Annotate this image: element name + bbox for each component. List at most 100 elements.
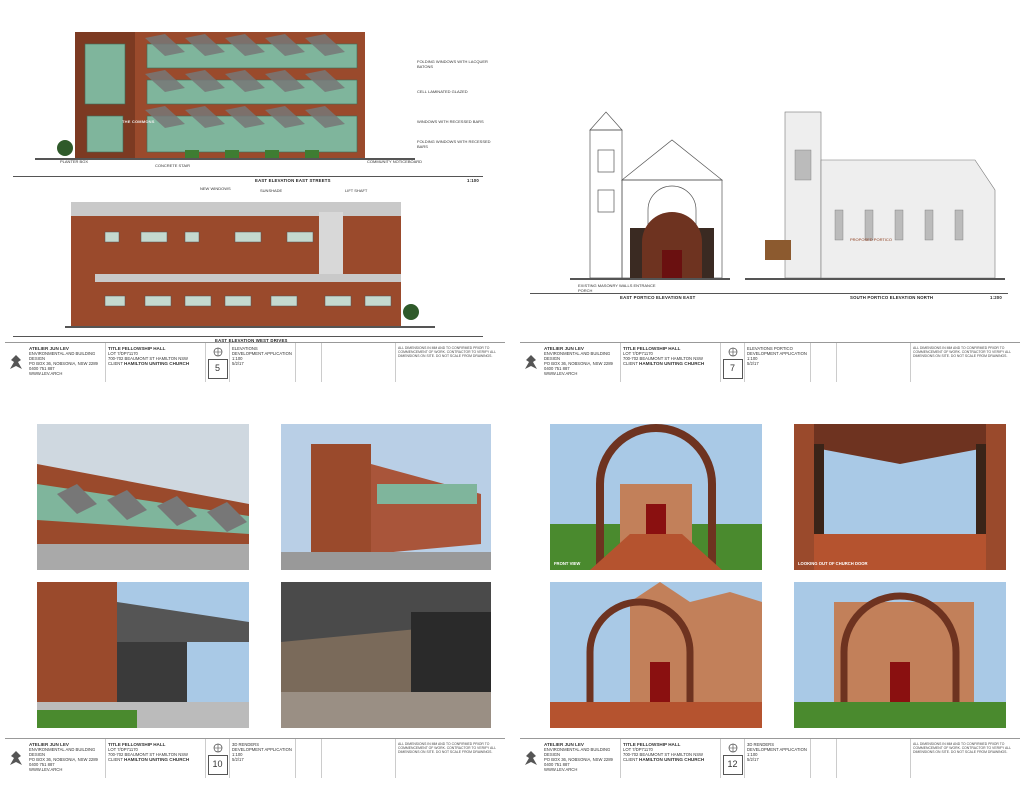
blank-box [836, 739, 910, 778]
firm-line1: ENVIRONMENTAL AND BUILDING DESIGN [29, 351, 96, 361]
firm-logo-icon [520, 343, 542, 382]
section-line-3 [530, 293, 1008, 294]
blank-box [321, 739, 395, 778]
sheet-renders-hall: ATELIER JUN LEV ENVIRONMENTAL AND BUILDIN… [5, 400, 505, 782]
section-line-1 [13, 176, 483, 177]
west-elevation-drawing [65, 198, 435, 330]
client-name: HAMILTON UNITING CHURCH [639, 361, 705, 366]
annotation-9: SUNSHADE [260, 188, 283, 193]
caption-portico-east: EAST PORTICO ELEVATION EAST [620, 295, 696, 300]
render-portico-side-2 [794, 582, 1006, 728]
annotation-2: CELL LAMINATED GLAZED [417, 89, 468, 94]
sign-text: THE COMMONS [122, 119, 155, 124]
sheet-elevations-portico: EXISTING MASONRY WALLS ENTRANCE PORCH PR… [520, 2, 1020, 382]
north-point-icon [213, 743, 222, 752]
drawing-info: ELEVATIONS DEVELOPMENT APPLICATION 1:100 5/… [229, 343, 295, 382]
firm-info: ATELIER JUN LEV ENVIRONMENTAL AND BUILDIN… [27, 739, 105, 778]
render-hall-commons [281, 582, 491, 728]
scale-2: 1:200 [990, 295, 1002, 300]
drawing-info: 3D RENDERS DEVELOPMENT APPLICATION 1:100 5/… [229, 739, 295, 778]
render-portico-side-1 [550, 582, 762, 728]
general-notes: ALL DIMENSIONS IN MM AND TO CONFIRMED PR… [395, 343, 505, 382]
render-hall-walkway [37, 582, 249, 728]
render-label-looking-out: LOOKING OUT OF CHURCH DOOR [798, 561, 868, 566]
drawing-date: 5/2/17 [232, 361, 244, 366]
sheet-number: 10 [207, 754, 228, 775]
firm-info: ATELIER JUN LEV ENVIRONMENTAL AND BUILDIN… [542, 739, 620, 778]
blank-box [321, 343, 395, 382]
drawing-number: 7 [720, 343, 744, 382]
caption-east: EAST ELEVATION EAST STREETS [255, 178, 331, 183]
drawing-number: 5 [205, 343, 229, 382]
render-hall-perspective-1 [37, 424, 249, 570]
section-line-2 [13, 336, 483, 337]
client-name: HAMILTON UNITING CHURCH [639, 757, 705, 762]
revision-box [810, 739, 836, 778]
drawing-number: 12 [720, 739, 744, 778]
annotation-6: CONCRETE STAIR [155, 163, 191, 168]
annotation-1: FOLDING WINDOWS WITH LACQUER BATONS [417, 59, 488, 69]
annotation-8: NEW WINDOWS [200, 186, 231, 191]
general-notes: ALL DIMENSIONS IN MM AND TO CONFIRMED PR… [910, 739, 1020, 778]
render-label-front: FRONT VIEW [554, 561, 581, 566]
project-info: TITLE FELLOWSHIP HALL LOT 7/DP71170 700-70… [105, 343, 205, 382]
drawing-number: 10 [205, 739, 229, 778]
client-name: HAMILTON UNITING CHURCH [124, 361, 190, 366]
drawing-date: 5/2/17 [232, 757, 244, 762]
title-block: ATELIER JUN LEV ENVIRONMENTAL AND BUILDIN… [520, 342, 1020, 382]
firm-logo-icon [520, 739, 542, 778]
sheet-number: 12 [722, 754, 743, 775]
firm-logo-icon [5, 739, 27, 778]
annotation-7: COMMUNITY NOTICEBOARD [367, 159, 423, 164]
caption-portico-north: SOUTH PORTICO ELEVATION NORTH [850, 295, 934, 300]
portico-annotation-2: PROPOSED PORTICO [850, 237, 892, 242]
portico-east-elevation [570, 110, 730, 282]
title-block: ATELIER JUN LEV ENVIRONMENTAL AND BUILDIN… [520, 738, 1020, 778]
drawing-info: 3D RENDERS DEVELOPMENT APPLICATION 1:100 5/… [744, 739, 810, 778]
drawing-info: ELEVATIONS PORTICO DEVELOPMENT APPLICATIO… [744, 343, 810, 382]
drawing-date: 5/2/17 [747, 757, 759, 762]
title-block: ATELIER JUN LEV ENVIRONMENTAL AND BUILDIN… [5, 342, 505, 382]
client-label: CLIENT [623, 361, 638, 366]
portico-north-elevation [745, 110, 1005, 282]
client-name: HAMILTON UNITING CHURCH [124, 757, 190, 762]
sheet-renders-portico: FRONT VIEW LOOKING OUT OF CHURCH DOOR AT… [520, 400, 1020, 782]
project-info: TITLE FELLOWSHIP HALL LOT 7/DP71170 700-70… [620, 343, 720, 382]
drawing-date: 5/2/17 [747, 361, 759, 366]
render-portico-front: FRONT VIEW [550, 424, 762, 570]
client-label: CLIENT [108, 757, 123, 762]
render-portico-looking-out: LOOKING OUT OF CHURCH DOOR [794, 424, 1006, 570]
sheet-number: 5 [207, 358, 228, 379]
revision-box [295, 343, 321, 382]
annotation-10: LIFT SHAFT [345, 188, 368, 193]
project-info: TITLE FELLOWSHIP HALL LOT 7/DP71170 700-70… [105, 739, 205, 778]
scale-1: 1:100 [467, 178, 479, 183]
annotation-3: WINDOWS WITH RECESSED BARS [417, 119, 484, 124]
firm-info: ATELIER JUN LEV ENVIRONMENTAL AND BUILDIN… [27, 343, 105, 382]
annotation-4: FOLDING WINDOWS WITH RECESSED BARS [417, 139, 491, 149]
client-label: CLIENT [623, 757, 638, 762]
firm-line1: ENVIRONMENTAL AND BUILDING DESIGN [544, 747, 611, 757]
client-label: CLIENT [108, 361, 123, 366]
firm-web: WWW.LEV.ARCH [29, 371, 63, 376]
project-info: TITLE FELLOWSHIP HALL LOT 7/DP71170 700-70… [620, 739, 720, 778]
general-notes: ALL DIMENSIONS IN MM AND TO CONFIRMED PR… [395, 739, 505, 778]
blank-box [836, 343, 910, 382]
revision-box [810, 343, 836, 382]
firm-web: WWW.LEV.ARCH [544, 371, 578, 376]
north-point-icon [728, 743, 737, 752]
firm-line1: ENVIRONMENTAL AND BUILDING DESIGN [29, 747, 96, 757]
sheet-elevations-hall: THE COMMONS FOLDING WINDOWS WITH LACQUER… [5, 2, 505, 382]
render-hall-perspective-2 [281, 424, 491, 570]
east-elevation-drawing [35, 24, 415, 164]
title-block: ATELIER JUN LEV ENVIRONMENTAL AND BUILDIN… [5, 738, 505, 778]
general-notes: ALL DIMENSIONS IN MM AND TO CONFIRMED PR… [910, 343, 1020, 382]
firm-web: WWW.LEV.ARCH [544, 767, 578, 772]
firm-logo-icon [5, 343, 27, 382]
firm-web: WWW.LEV.ARCH [29, 767, 63, 772]
north-point-icon [728, 347, 737, 356]
firm-info: ATELIER JUN LEV ENVIRONMENTAL AND BUILDIN… [542, 343, 620, 382]
sheet-number: 7 [722, 358, 743, 379]
revision-box [295, 739, 321, 778]
north-point-icon [213, 347, 222, 356]
